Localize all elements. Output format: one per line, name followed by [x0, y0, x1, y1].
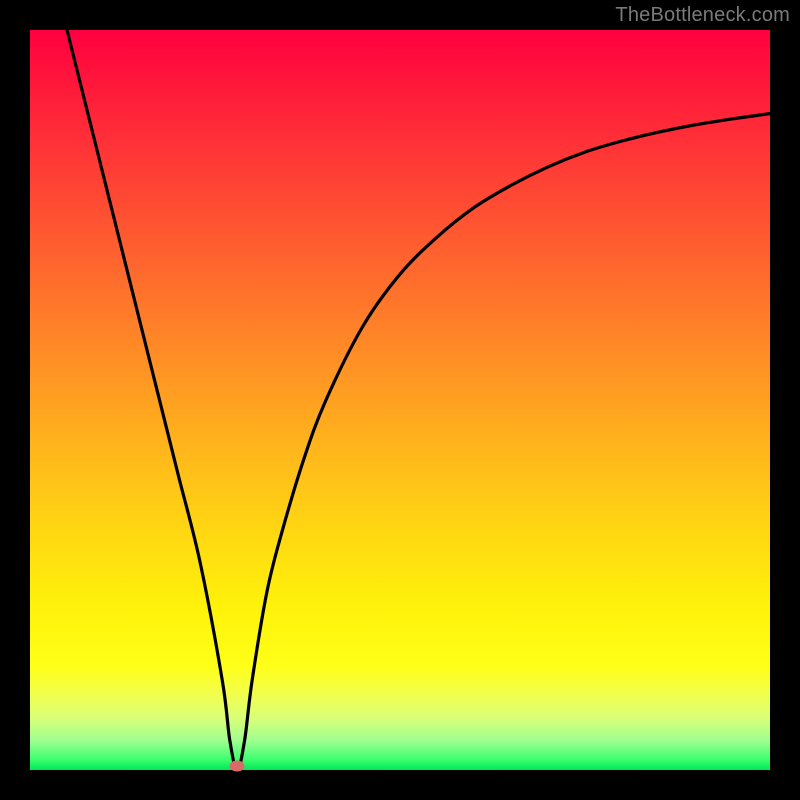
bottleneck-curve — [30, 30, 770, 770]
watermark-label: TheBottleneck.com — [615, 4, 790, 27]
chart-container: TheBottleneck.com — [0, 0, 800, 800]
plot-area — [30, 30, 770, 770]
minimum-marker — [230, 761, 245, 772]
